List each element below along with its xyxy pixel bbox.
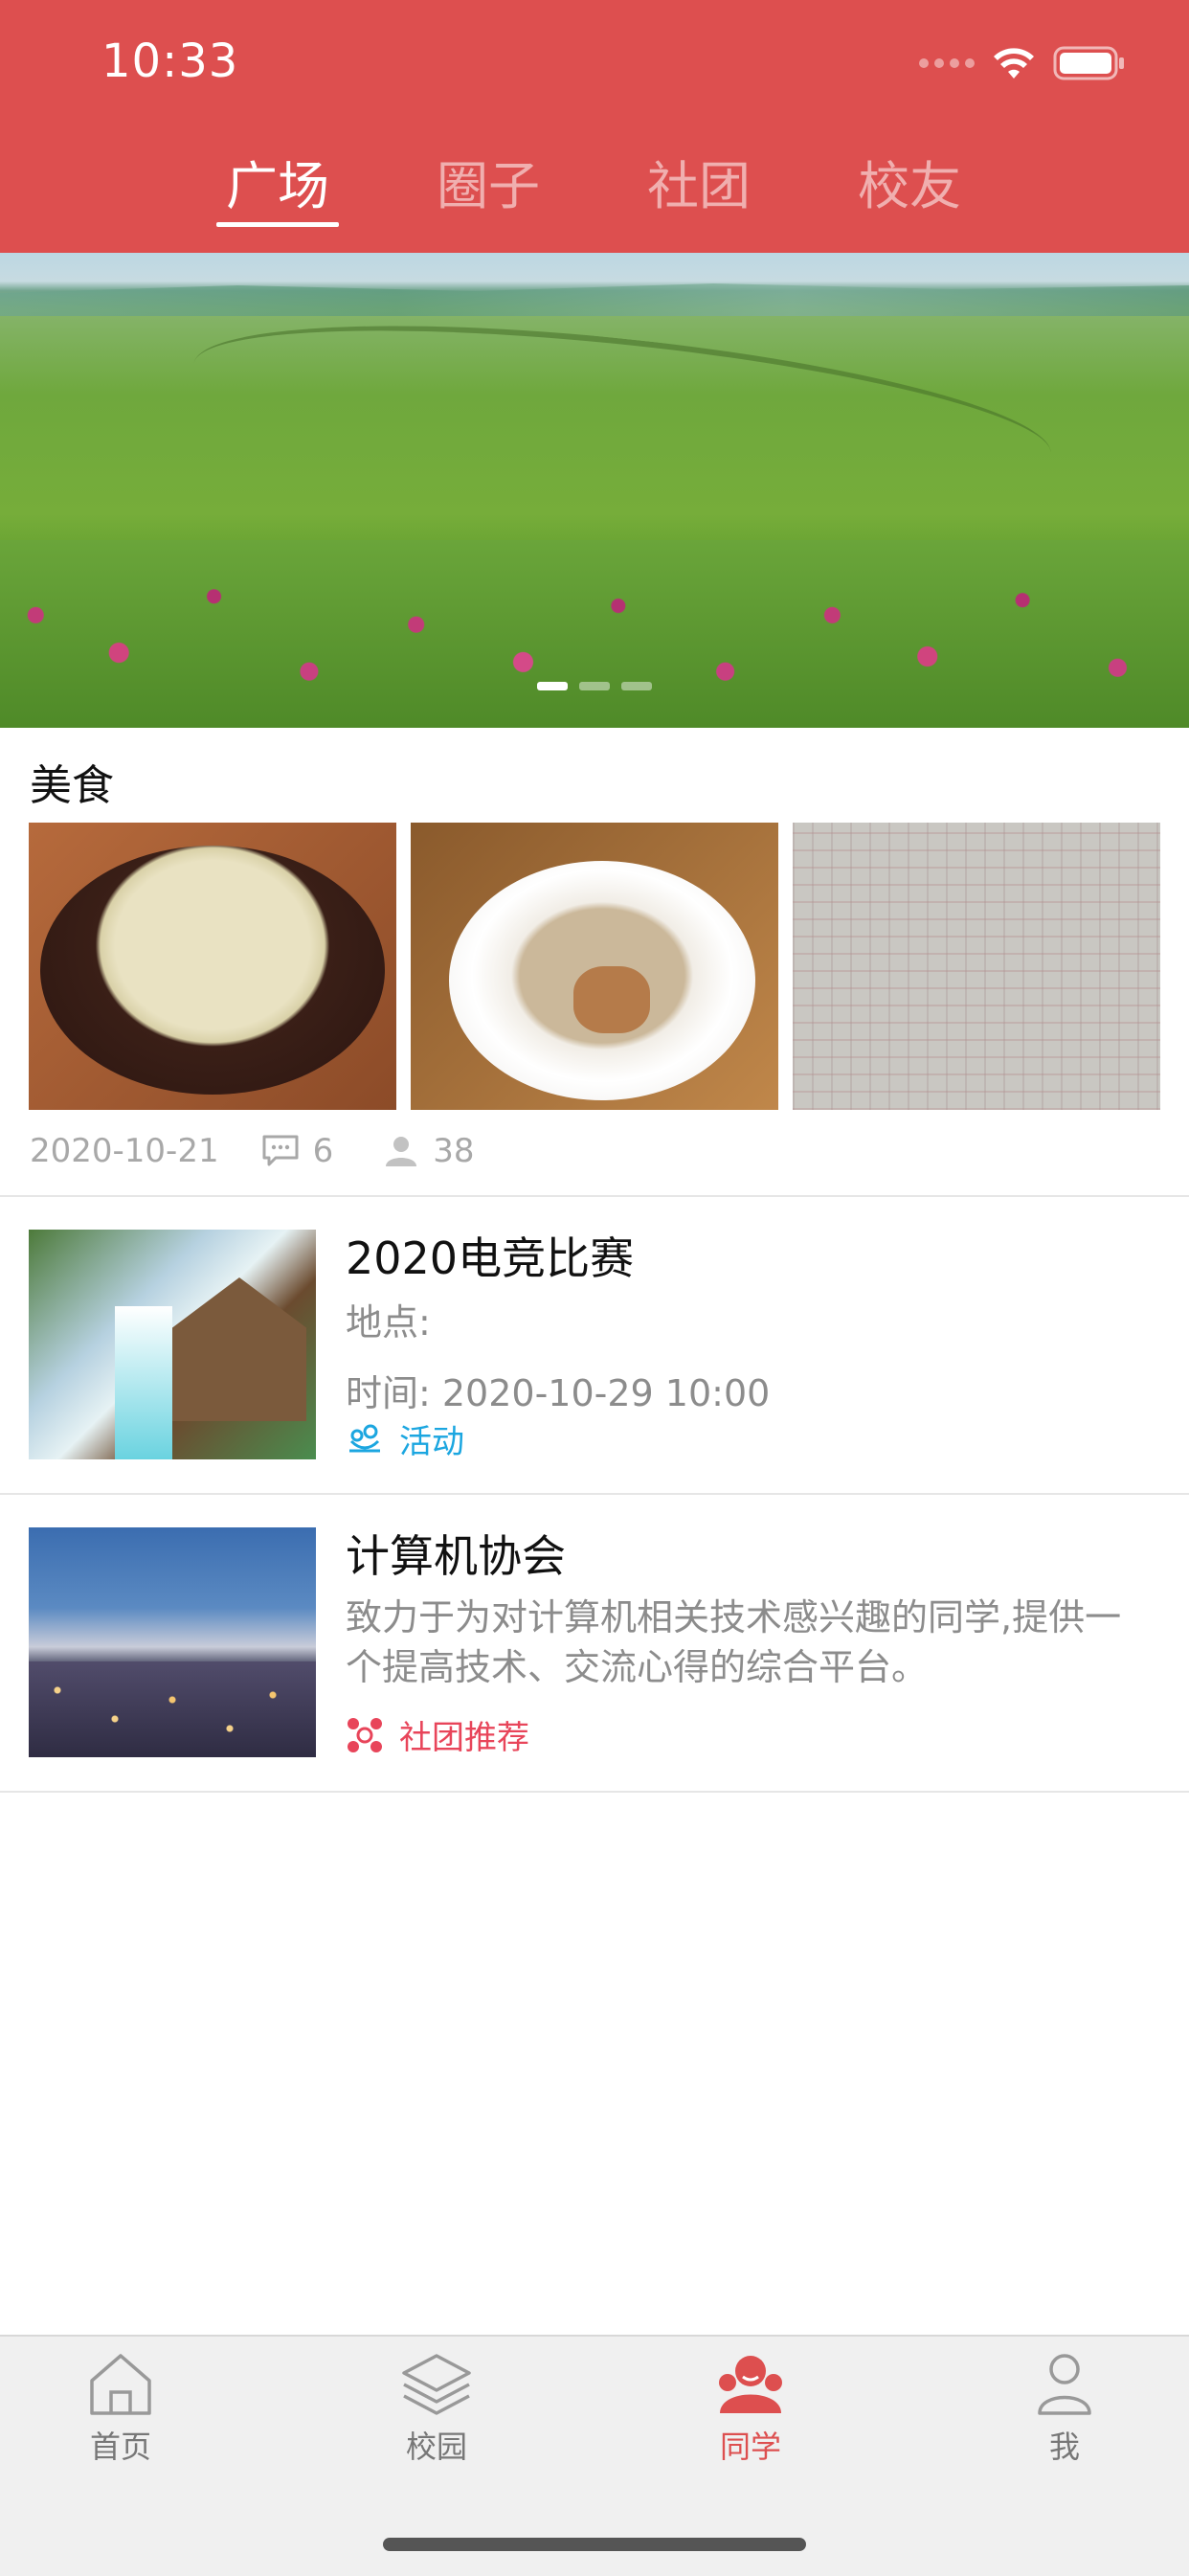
- cellular-signal-icon: [919, 58, 975, 68]
- carousel-dot[interactable]: [579, 682, 610, 690]
- wifi-icon: [994, 48, 1034, 79]
- banner-carousel[interactable]: [0, 253, 1189, 728]
- item-description: 致力于为对计算机相关技术感兴趣的同学,提供一个提高技术、交流心得的综合平台。: [346, 1596, 1122, 1688]
- nav-classmates[interactable]: 同学: [655, 2350, 846, 2467]
- list-item-club[interactable]: 计算机协会 致力于为对计算机相关技术感兴趣的同学,提供一个提高技术、交流心得的综…: [0, 1495, 1189, 1792]
- active-tab-indicator: [216, 222, 339, 227]
- nav-me[interactable]: 我: [969, 2350, 1160, 2467]
- carousel-dot[interactable]: [537, 682, 568, 690]
- food-image[interactable]: [793, 823, 1160, 1110]
- battery-icon: [1053, 46, 1124, 80]
- comment-count: 6: [261, 1132, 333, 1170]
- tab-alumni[interactable]: 校友: [833, 144, 986, 219]
- activity-icon: [349, 1424, 380, 1452]
- home-indicator[interactable]: [383, 2538, 806, 2551]
- event-thumbnail: [29, 1230, 316, 1459]
- layers-icon: [402, 2354, 471, 2415]
- item-tag: 活动: [346, 1415, 464, 1462]
- classmates-icon: [719, 2356, 782, 2413]
- list-item-event[interactable]: 2020电竞比赛 地点: 时间: 2020-10-29 10:00 活动: [0, 1197, 1189, 1494]
- banner-track: [186, 294, 1059, 524]
- status-time: 10:33: [101, 34, 239, 88]
- nav-campus[interactable]: 校园: [341, 2350, 532, 2467]
- club-recommend-icon: [348, 1717, 382, 1752]
- status-icons: [919, 44, 1126, 82]
- tab-circles[interactable]: 圈子: [412, 144, 565, 219]
- profile-icon: [1038, 2354, 1091, 2415]
- banner-flowers: [0, 540, 1189, 728]
- home-icon: [90, 2354, 151, 2415]
- post-meta: 2020-10-21 6 38: [30, 1128, 475, 1174]
- top-tabs: 广场 圈子 社团 校友: [0, 144, 1189, 239]
- item-location: 地点:: [346, 1301, 431, 1344]
- tab-square[interactable]: 广场: [201, 144, 354, 219]
- club-thumbnail: [29, 1527, 316, 1757]
- item-time: 时间: 2020-10-29 10:00: [346, 1372, 771, 1414]
- tab-clubs[interactable]: 社团: [622, 144, 775, 219]
- comment-icon: [262, 1135, 299, 1166]
- header: 10:33 广场 圈子 社团 校友: [0, 0, 1189, 253]
- divider: [0, 1791, 1189, 1793]
- view-count: 38: [383, 1132, 475, 1170]
- item-tag: 社团推荐: [346, 1711, 529, 1758]
- banner-hills: [0, 283, 1189, 316]
- carousel-dots: [537, 682, 652, 690]
- item-title: 计算机协会: [346, 1530, 566, 1582]
- nav-home[interactable]: 首页: [25, 2350, 216, 2467]
- food-image[interactable]: [411, 823, 778, 1110]
- food-image[interactable]: [29, 823, 396, 1110]
- section-title[interactable]: 美食: [30, 751, 114, 812]
- post-date: 2020-10-21: [30, 1132, 219, 1170]
- carousel-dot[interactable]: [621, 682, 652, 690]
- person-icon: [386, 1137, 417, 1166]
- item-title: 2020电竞比赛: [346, 1232, 635, 1284]
